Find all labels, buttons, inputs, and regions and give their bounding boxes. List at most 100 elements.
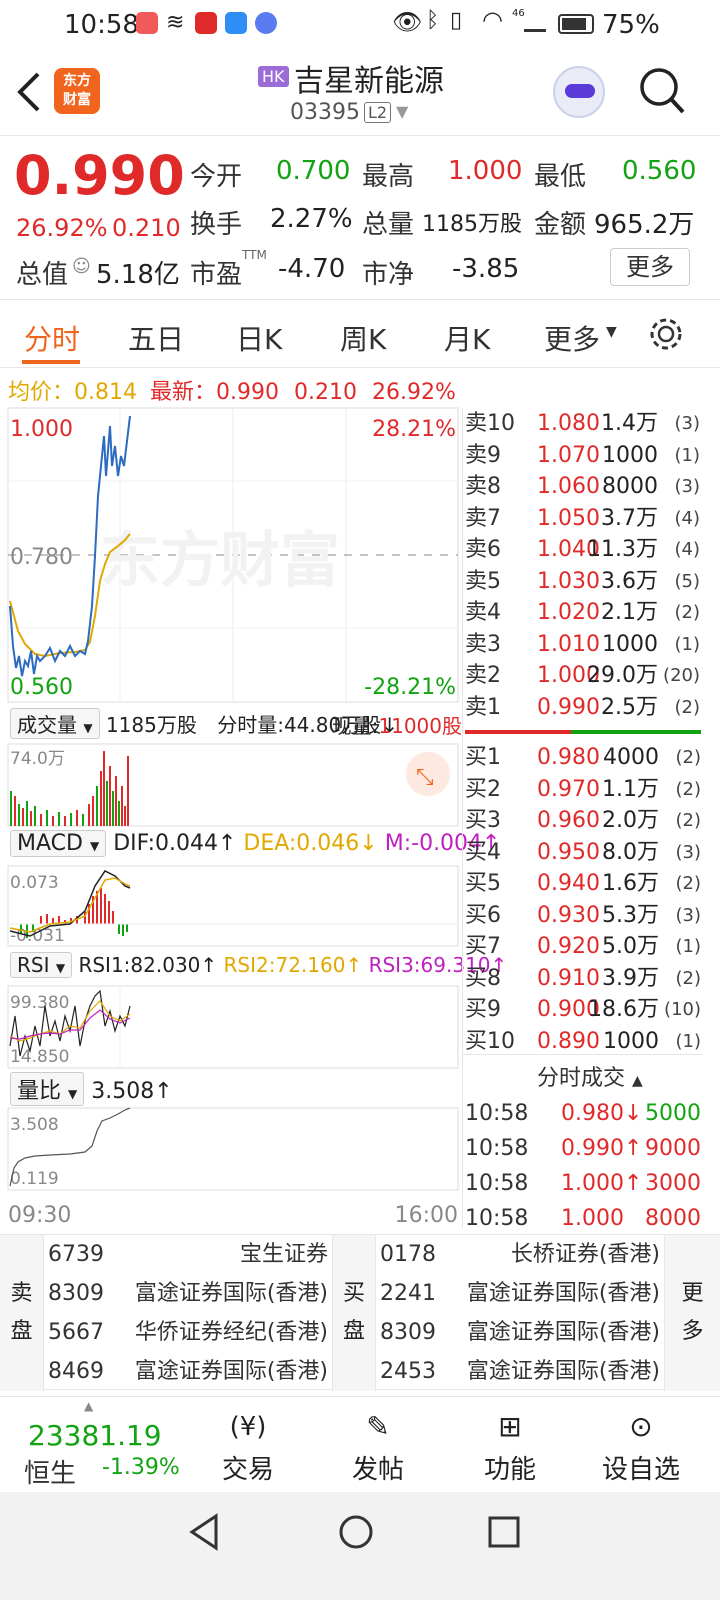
- active-tab-indicator: [22, 360, 80, 364]
- macd-selector[interactable]: MACD ▼: [10, 830, 107, 857]
- ask-row[interactable]: 卖7 1.050 3.7万 (4): [463, 503, 702, 535]
- nav-recents-icon[interactable]: [486, 1514, 522, 1550]
- broker-row[interactable]: 8309 富途证券国际(香港): [44, 1274, 332, 1313]
- index-value: 23381.19: [28, 1419, 162, 1452]
- tick-price: 0.990↑: [561, 1136, 643, 1161]
- broker-row[interactable]: 8469 富途证券国际(香港): [44, 1352, 332, 1391]
- settings-gear-icon[interactable]: [648, 316, 684, 352]
- vibrate-icon: ▯: [450, 8, 463, 33]
- app-notify-icon: ≋: [166, 10, 185, 35]
- low-value: 0.560: [622, 156, 697, 186]
- broker-row[interactable]: 5667 华侨证券经纪(香港): [44, 1313, 332, 1352]
- ask-row[interactable]: 卖6 1.040 11.3万 (4): [463, 534, 702, 566]
- pe-label: 市盈: [190, 260, 243, 290]
- search-icon[interactable]: [638, 66, 686, 116]
- ask-row[interactable]: 卖1 0.990 2.5万 (2): [463, 692, 702, 724]
- broker-row[interactable]: 6739 宝生证券: [44, 1235, 332, 1274]
- rsi-selector[interactable]: RSI ▼: [10, 952, 73, 978]
- tab-weekly-k[interactable]: 周K: [340, 318, 386, 358]
- broker-row[interactable]: 8309 富途证券国际(香港): [376, 1313, 664, 1352]
- bid-order-count: (2): [675, 967, 702, 989]
- bid-row[interactable]: 买10 0.890 1000 (1): [463, 1026, 703, 1058]
- bid-row[interactable]: 买6 0.930 5.3万 (3): [463, 900, 703, 932]
- more-button[interactable]: 更多: [610, 248, 690, 286]
- volume-total: 1185万股: [105, 713, 197, 737]
- ask-row[interactable]: 卖5 1.030 3.6万 (5): [463, 566, 702, 598]
- bid-volume: 4000: [603, 745, 659, 770]
- bid-order-count: (1): [675, 936, 702, 957]
- trade-button[interactable]: (¥) 交易: [208, 1405, 288, 1486]
- tick-volume: 9000: [645, 1136, 701, 1161]
- bid-row[interactable]: 买1 0.980 4000 (2): [463, 742, 703, 774]
- amount-value: 965.2万: [594, 210, 695, 240]
- caret-up-icon: ▲: [632, 1073, 643, 1089]
- rsi1-value: RSI1:82.030↑: [78, 953, 218, 977]
- chevron-down-icon[interactable]: ▼: [396, 102, 408, 121]
- bid-row[interactable]: 买7 0.920 5.0万 (1): [463, 931, 703, 963]
- bid-row[interactable]: 买3 0.960 2.0万 (2): [463, 805, 703, 837]
- broker-row[interactable]: 2453 富途证券国际(香港): [376, 1352, 664, 1391]
- broker-name: 华侨证券经纪(香港): [134, 1320, 328, 1345]
- level-badge[interactable]: L2: [364, 102, 392, 123]
- index-name: 恒生: [24, 1459, 77, 1489]
- ask-row[interactable]: 卖2 1.000 29.0万 (20): [463, 660, 702, 692]
- network-type: 46: [512, 8, 525, 19]
- broker-name: 富途证券国际(香港): [466, 1281, 660, 1306]
- bid-order-count: (3): [675, 841, 702, 863]
- ask-level: 卖7: [465, 505, 501, 531]
- tab-daily-k[interactable]: 日K: [236, 318, 282, 358]
- watchlist-label: 设自选: [601, 1455, 680, 1485]
- edit-icon: ✎: [366, 1410, 390, 1443]
- index-ticker[interactable]: 23381.19 恒生 -1.39%: [0, 1397, 200, 1493]
- bid-row[interactable]: 买8 0.910 3.9万 (2): [463, 963, 703, 995]
- bid-order-count: (3): [675, 904, 702, 926]
- ask-row[interactable]: 卖9 1.070 1000 (1): [463, 440, 702, 472]
- ask-volume: 11.3万: [587, 537, 658, 562]
- ask-level: 卖8: [465, 474, 501, 499]
- nav-home-icon[interactable]: [336, 1512, 376, 1552]
- latest-label: 最新：: [150, 380, 217, 405]
- ask-row[interactable]: 卖8 1.060 8000 (3): [463, 471, 702, 503]
- tick-volume: 5000: [645, 1101, 701, 1126]
- post-button[interactable]: ✎ 发帖: [338, 1405, 418, 1486]
- bid-row[interactable]: 买2 0.970 1.1万 (2): [463, 774, 703, 806]
- info-icon[interactable]: ☺: [72, 256, 91, 277]
- ask-order-count: (3): [674, 476, 701, 497]
- volume-selector[interactable]: 成交量 ▼: [10, 708, 100, 739]
- tab-more[interactable]: 更多: [544, 318, 600, 358]
- tab-intraday[interactable]: 分时: [24, 318, 80, 358]
- broker-more-button[interactable]: 更 多: [664, 1235, 720, 1391]
- tab-five-day[interactable]: 五日: [128, 318, 184, 358]
- back-icon[interactable]: [14, 70, 44, 114]
- broker-row[interactable]: 2241 富途证券国际(香港): [376, 1274, 664, 1313]
- bid-row[interactable]: 买5 0.940 1.6万 (2): [463, 868, 703, 900]
- volume-label: 总量: [362, 210, 415, 240]
- turnover-label: 换手: [190, 210, 243, 240]
- stock-name[interactable]: 吉星新能源: [294, 56, 444, 100]
- add-watchlist-button[interactable]: ⊙ 设自选: [596, 1405, 686, 1486]
- intraday-chart[interactable]: 东方财富 1.000 0.780 0.560 28.21% -28.21% 74…: [0, 406, 462, 1236]
- function-button[interactable]: ⊞ 功能: [470, 1405, 550, 1486]
- bid-row[interactable]: 买4 0.950 8.0万 (3): [463, 837, 703, 869]
- ticks-title[interactable]: 分时成交 ▲: [537, 1060, 643, 1092]
- ask-order-count: (1): [674, 444, 701, 466]
- tab-monthly-k[interactable]: 月K: [444, 318, 490, 358]
- ask-row[interactable]: 卖10 1.080 1.4万 (3): [463, 408, 702, 440]
- latest-change: 0.210: [294, 380, 357, 405]
- rsi2-value: RSI2:72.160↑: [223, 953, 363, 977]
- broker-row[interactable]: 0178 长桥证券(香港): [376, 1235, 664, 1274]
- notification-icon: [136, 12, 158, 34]
- ask-row[interactable]: 卖4 1.020 2.1万 (2): [463, 597, 702, 629]
- vr-selector[interactable]: 量比 ▼: [10, 1072, 85, 1106]
- bid-volume: 3.9万: [602, 965, 659, 991]
- nav-back-icon[interactable]: [186, 1512, 222, 1552]
- bid-order-count: (2): [675, 873, 702, 894]
- bid-volume: 2.0万: [602, 808, 659, 833]
- pb-label: 市净: [362, 260, 415, 290]
- expand-icon[interactable]: ⤡: [416, 765, 434, 790]
- bid-row[interactable]: 买9 0.900 18.6万 (10): [463, 994, 703, 1026]
- caret-down-icon[interactable]: ▼: [606, 324, 617, 340]
- assistant-avatar[interactable]: [553, 66, 605, 118]
- app-logo[interactable]: 东方 财富: [54, 68, 100, 114]
- ask-row[interactable]: 卖3 1.010 1000 (1): [463, 629, 702, 661]
